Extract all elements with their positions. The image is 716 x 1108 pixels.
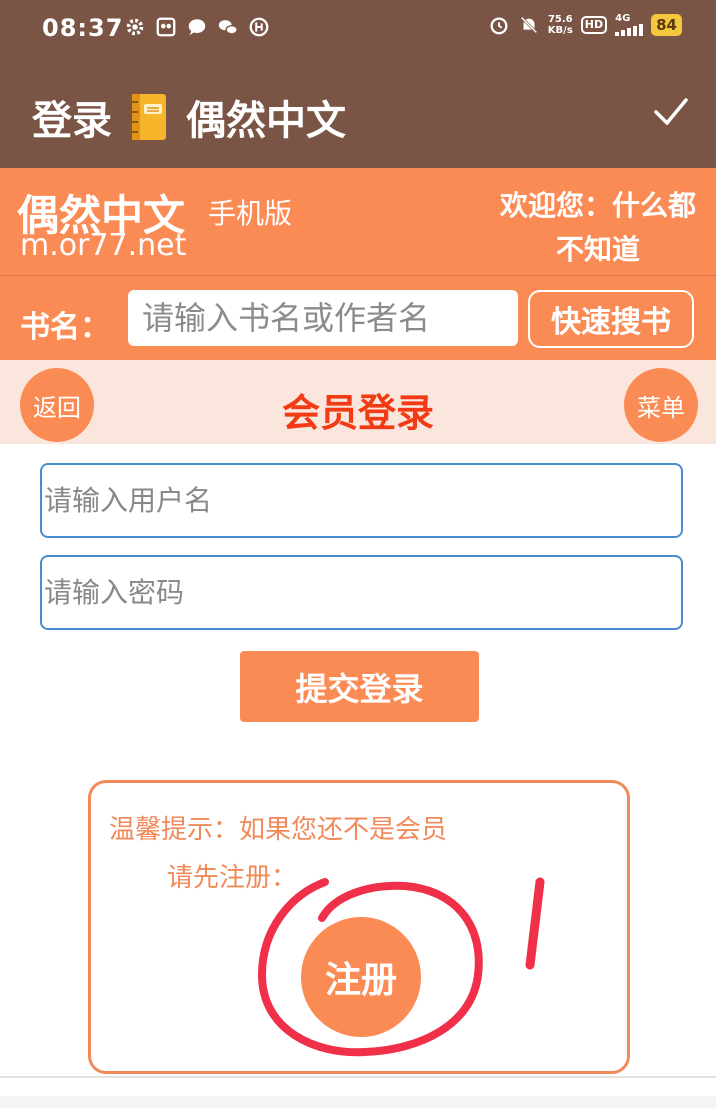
status-time: 08:37 — [42, 14, 124, 42]
username-input[interactable] — [40, 463, 683, 538]
search-input[interactable] — [128, 290, 518, 346]
network-type: 4G — [615, 13, 631, 24]
unknown-app-icon — [249, 17, 269, 37]
menu-button[interactable]: 菜单 — [624, 368, 698, 442]
message-icon — [188, 19, 206, 36]
signal-icon — [615, 24, 644, 36]
status-bar: 08:37 75.6 KB/s HD 4G 84 — [0, 0, 716, 58]
welcome-text: 欢迎您：什么都不知道 — [499, 189, 696, 266]
password-input[interactable] — [40, 555, 683, 630]
quick-search-button[interactable]: 快速搜书 — [528, 290, 694, 348]
tip-text: 温馨提示：如果您还不是会员 — [109, 815, 448, 845]
alarm-icon — [490, 17, 508, 35]
divider — [0, 1076, 716, 1078]
wechat-icon — [218, 20, 238, 35]
notebook-icon — [130, 94, 166, 140]
check-icon[interactable] — [652, 92, 690, 130]
nav-bar: 返回 会员登录 菜单 — [0, 360, 716, 444]
net-speed: 75.6 KB/s — [547, 14, 573, 36]
hd-badge: HD — [580, 16, 608, 34]
search-bar: 书名： 快速搜书 — [0, 276, 716, 360]
mute-icon — [520, 16, 538, 34]
app-bar: 登录 偶然中文 — [0, 58, 716, 168]
signal-indicator: 4G — [615, 13, 644, 36]
battery-level: 84 — [651, 14, 682, 36]
tip-box: 温馨提示：如果您还不是会员 请先注册： 注册 — [88, 780, 630, 1074]
app-title: 登录 偶然中文 — [32, 88, 346, 146]
site-header: 偶然中文 手机版 m.or77.net 欢迎您：什么都不知道 — [0, 168, 716, 276]
tip-register-prompt: 请先注册： — [167, 863, 298, 893]
bottom-strip — [0, 1096, 716, 1108]
app-icon — [156, 17, 176, 37]
search-label: 书名： — [20, 310, 110, 345]
app-title-right: 偶然中文 — [186, 98, 346, 144]
site-edition: 手机版 — [208, 197, 293, 230]
notification-icons — [124, 16, 270, 38]
submit-login-button[interactable]: 提交登录 — [240, 651, 479, 722]
site-domain: m.or77.net — [20, 228, 187, 263]
settings-icon — [126, 18, 144, 36]
status-right: 75.6 KB/s HD 4G 84 — [488, 14, 682, 36]
page-title: 会员登录 — [281, 391, 434, 435]
app-title-left: 登录 — [32, 98, 112, 144]
register-button[interactable]: 注册 — [301, 917, 421, 1037]
